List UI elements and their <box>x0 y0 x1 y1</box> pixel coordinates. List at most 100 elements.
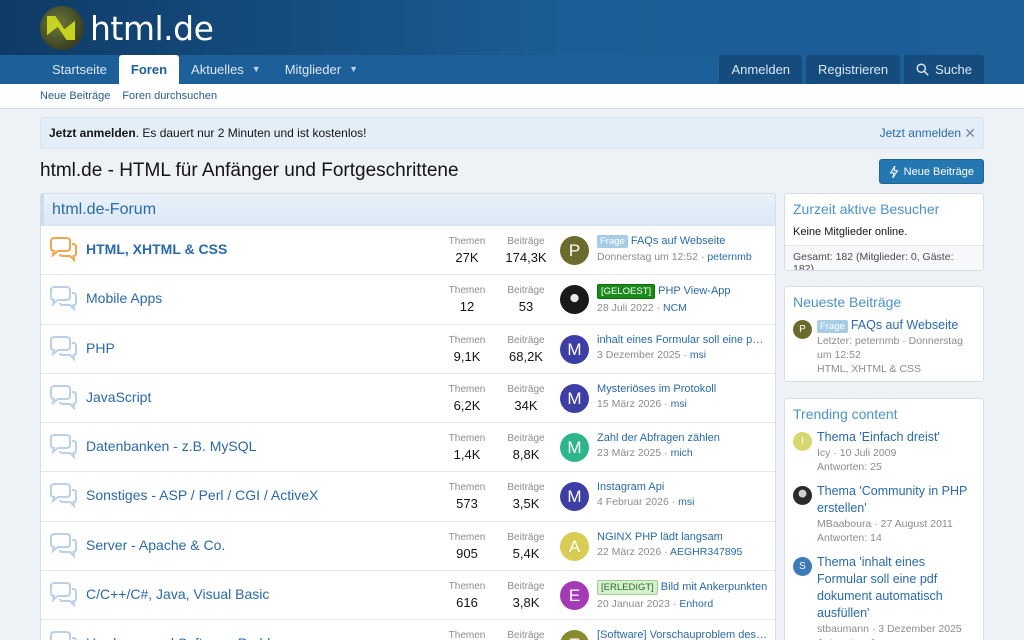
forum-title-link[interactable]: Server - Apache & Co. <box>86 537 225 553</box>
trending-replies: Antworten: 1 <box>817 636 975 640</box>
last-post-title[interactable]: Frage FAQs auf Webseite <box>597 235 769 248</box>
trending-title[interactable]: Thema 'Community in PHP erstellen' <box>817 483 975 517</box>
last-post-date[interactable]: 22 März 2026 <box>597 546 661 558</box>
last-post-title-text[interactable]: Zahl der Abfragen zählen <box>597 432 720 444</box>
last-post-user[interactable]: msi <box>690 349 706 361</box>
last-post-date[interactable]: 3 Dezember 2025 <box>597 349 680 361</box>
forum-node[interactable]: Datenbanken - z.B. MySQL Themen 1,4K Beiträ… <box>41 423 775 473</box>
forum-title-link[interactable]: PHP <box>86 340 115 356</box>
last-post-date[interactable]: 23 März 2025 <box>597 447 661 459</box>
login-button[interactable]: Anmelden <box>719 55 803 84</box>
forum-node[interactable]: Sonstiges - ASP / Perl / CGI / ActiveX Th… <box>41 472 775 522</box>
forum-node[interactable]: Hardware und Software-Probleme Themen Beit… <box>41 620 775 640</box>
forum-title-link[interactable]: C/C++/C#, Java, Visual Basic <box>86 586 269 602</box>
avatar[interactable]: P <box>560 236 589 265</box>
last-post-date[interactable]: 28 Juli 2022 <box>597 302 654 314</box>
last-post-user[interactable]: msi <box>671 398 687 410</box>
avatar[interactable]: M <box>560 482 589 512</box>
last-post-user[interactable]: Enhord <box>679 598 713 610</box>
forum-node[interactable]: PHP Themen 9,1K Beiträge 68,2K Minhalt eines … <box>41 325 775 374</box>
forum-node[interactable]: C/C++/C#, Java, Visual Basic Themen 616 Bei… <box>41 571 775 621</box>
avatar[interactable]: M <box>560 433 589 463</box>
avatar[interactable]: I <box>793 432 812 451</box>
nav-aktuelles[interactable]: Aktuelles ▼ <box>179 55 273 84</box>
nav-startseite[interactable]: Startseite <box>40 55 119 84</box>
avatar[interactable]: T <box>560 630 589 640</box>
forum-node[interactable]: HTML, XHTML & CSS Themen 27K Beiträge 174,3K… <box>41 226 775 276</box>
last-post-title[interactable]: [Software] Vorschauproblem des Layouts <box>597 629 769 640</box>
widget-title[interactable]: Trending content <box>785 399 983 429</box>
latest-post-title-text[interactable]: FAQs auf Webseite <box>851 318 958 332</box>
site-logo[interactable]: html.de <box>40 6 214 50</box>
forum-title-link[interactable]: Datenbanken - z.B. MySQL <box>86 438 256 454</box>
forum-category-heading[interactable]: html.de-Forum <box>41 194 775 226</box>
last-post-title[interactable]: [ERLEDIGT] Bild mit Ankerpunkten <box>597 580 769 596</box>
last-post-title-text[interactable]: inhalt eines Formular soll eine pdf doku… <box>597 334 769 346</box>
forum-node[interactable]: Server - Apache & Co. Themen 905 Beiträge 5,… <box>41 522 775 572</box>
last-post-title-text[interactable]: [Software] Vorschauproblem des Layouts <box>597 629 769 640</box>
new-posts-link[interactable]: Neue Beiträge <box>40 90 110 102</box>
forum-title-link[interactable]: Mobile Apps <box>86 290 162 306</box>
last-post-user[interactable]: NCM <box>663 302 687 314</box>
search-forums-link[interactable]: Foren durchsuchen <box>122 90 217 102</box>
last-post-date[interactable]: 20 Januar 2023 <box>597 598 670 610</box>
avatar[interactable] <box>560 285 589 315</box>
avatar[interactable]: S <box>793 557 812 576</box>
trending-title[interactable]: Thema 'Einfach dreist' <box>817 429 975 446</box>
last-post-user[interactable]: peternmb <box>707 251 751 263</box>
latest-post-title[interactable]: Frage FAQs auf Webseite <box>817 317 975 334</box>
widget-title[interactable]: Neueste Beiträge <box>785 287 983 317</box>
notice-bold: Jetzt anmelden <box>49 126 136 140</box>
widget-title[interactable]: Zurzeit aktive Besucher <box>785 194 983 224</box>
avatar[interactable]: M <box>560 383 589 413</box>
last-post-user[interactable]: AEGHR347895 <box>670 546 742 558</box>
last-post-title-text[interactable]: Bild mit Ankerpunkten <box>661 581 767 593</box>
posts-label: Beiträge <box>507 630 545 640</box>
last-post-title-text[interactable]: PHP View-App <box>658 285 730 297</box>
search-button[interactable]: Suche <box>904 55 984 84</box>
new-posts-button[interactable]: Neue Beiträge <box>878 159 984 184</box>
close-icon[interactable]: ✕ <box>964 125 976 142</box>
last-post-title[interactable]: [GELOEST] PHP View-App <box>597 284 769 300</box>
forum-node[interactable]: JavaScript Themen 6,2K Beiträge 34K M Mysteriö… <box>41 374 775 424</box>
nav-mitglieder[interactable]: Mitglieder ▼ <box>273 55 370 84</box>
avatar[interactable] <box>793 486 812 505</box>
last-post: [Software] Vorschauproblem des Layouts <box>597 629 769 640</box>
nav-foren[interactable]: Foren <box>118 55 180 84</box>
latest-post-forum[interactable]: HTML, XHTML & CSS <box>817 362 975 376</box>
trending-title[interactable]: Thema 'inhalt eines Formular soll eine p… <box>817 554 975 622</box>
last-post-title-text[interactable]: Mysteriöses im Protokoll <box>597 383 716 395</box>
last-post-title-text[interactable]: FAQs auf Webseite <box>631 235 726 247</box>
forum-title-link[interactable]: Sonstiges - ASP / Perl / CGI / ActiveX <box>86 487 318 503</box>
last-post-date[interactable]: Donnerstag um 12:52 <box>597 251 698 263</box>
last-post-title-text[interactable]: Instagram Api <box>597 481 664 493</box>
last-post-date[interactable]: 15 März 2026 <box>597 398 661 410</box>
register-button[interactable]: Registrieren <box>806 55 901 84</box>
last-post-title[interactable]: Zahl der Abfragen zählen <box>597 432 769 444</box>
notice-login-link[interactable]: Jetzt anmelden <box>880 126 961 140</box>
avatar[interactable]: E <box>560 581 589 611</box>
avatar[interactable]: P <box>793 320 812 339</box>
last-post-title[interactable]: Instagram Api <box>597 481 769 493</box>
thread-prefix-badge: [ERLEDIGT] <box>597 580 658 596</box>
forum-title-link[interactable]: Hardware und Software-Probleme <box>86 635 298 640</box>
last-post-title-text[interactable]: NGINX PHP lädt langsam <box>597 531 723 543</box>
trending-item[interactable]: S Thema 'inhalt eines Formular soll eine … <box>793 554 975 640</box>
avatar[interactable]: M <box>560 334 589 364</box>
posts-label: Beiträge <box>507 383 545 395</box>
last-post-user[interactable]: mich <box>671 447 693 459</box>
last-post-user[interactable]: msi <box>678 496 694 508</box>
last-post-date[interactable]: 4 Februar 2026 <box>597 496 669 508</box>
last-post-title[interactable]: inhalt eines Formular soll eine pdf doku… <box>597 334 769 346</box>
trending-item[interactable]: I Thema 'Einfach dreist' Icy · 10 Juli 200… <box>793 429 975 474</box>
avatar[interactable]: A <box>560 531 589 561</box>
forum-title-link[interactable]: JavaScript <box>86 389 151 405</box>
trending-item[interactable]: Thema 'Community in PHP erstellen' MBaabo… <box>793 483 975 545</box>
forum-title-link[interactable]: HTML, XHTML & CSS <box>86 241 227 257</box>
forum-node[interactable]: Mobile Apps Themen 12 Beiträge 53 [GELOEST] PH… <box>41 275 775 325</box>
last-post-title[interactable]: NGINX PHP lädt langsam <box>597 531 769 543</box>
chevron-down-icon[interactable]: ▼ <box>252 55 261 84</box>
latest-post-item[interactable]: P Frage FAQs auf Webseite Letzter: peternmb… <box>793 317 975 376</box>
chevron-down-icon[interactable]: ▼ <box>349 55 358 84</box>
last-post-title[interactable]: Mysteriöses im Protokoll <box>597 383 769 395</box>
